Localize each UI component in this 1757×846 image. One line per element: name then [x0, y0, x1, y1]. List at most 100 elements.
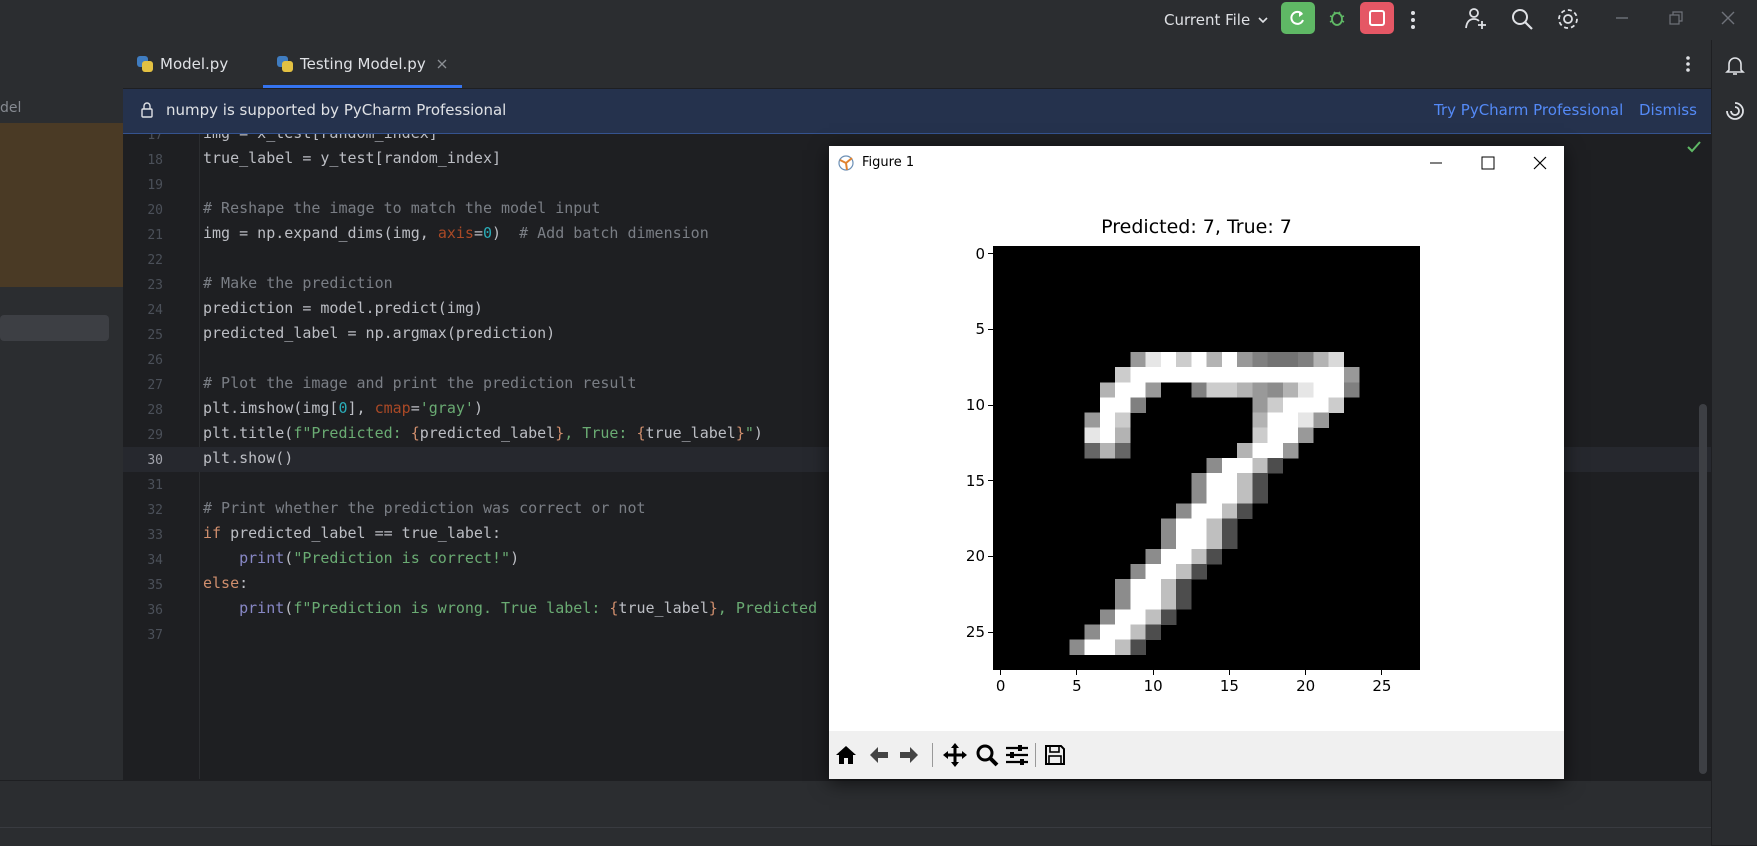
- home-icon[interactable]: [832, 741, 860, 769]
- bottom-tool-bar: [0, 780, 1711, 828]
- selected-tree-node[interactable]: [0, 123, 123, 287]
- x-tick-label: 0: [995, 677, 1006, 695]
- notifications-icon[interactable]: [1724, 54, 1746, 78]
- forward-icon[interactable]: [895, 741, 923, 769]
- code-line[interactable]: print(f"Prediction is wrong. True label:…: [203, 599, 817, 617]
- restore-button[interactable]: [1668, 10, 1684, 30]
- back-icon[interactable]: [865, 741, 893, 769]
- tab-actions-button[interactable]: [1683, 52, 1693, 80]
- debug-button[interactable]: [1320, 2, 1354, 34]
- bug-icon: [1329, 11, 1345, 26]
- code-line[interactable]: # Plot the image and print the predictio…: [203, 374, 636, 392]
- line-number: 32: [147, 503, 163, 518]
- figure-window[interactable]: Figure 1 Predicted: 7, True: 7 0 5 10 15…: [829, 146, 1564, 779]
- code-line[interactable]: prediction = model.predict(img): [203, 299, 483, 317]
- tab-model-py[interactable]: Model.py: [137, 40, 228, 88]
- more-actions-button[interactable]: [1408, 8, 1418, 36]
- figure-close-icon[interactable]: [1533, 156, 1547, 170]
- line-number: 25: [147, 328, 163, 343]
- x-tick-label: 20: [1296, 677, 1316, 695]
- x-tick-label: 15: [1219, 677, 1239, 695]
- close-icon: [1721, 11, 1735, 25]
- stop-button[interactable]: [1360, 2, 1394, 34]
- line-number: 36: [147, 603, 163, 618]
- line-number: 37: [147, 628, 163, 643]
- tree-row-highlight[interactable]: [0, 315, 109, 341]
- y-tick-label: 0: [975, 244, 985, 263]
- ai-assistant-icon[interactable]: [1724, 100, 1746, 122]
- x-tick-mark: [1000, 670, 1002, 675]
- plot-title: Predicted: 7, True: 7: [1101, 216, 1292, 238]
- line-number: 21: [147, 228, 163, 243]
- active-tab-indicator: [263, 85, 462, 88]
- python-file-icon: [277, 56, 293, 72]
- code-line[interactable]: # Make the prediction: [203, 274, 393, 292]
- restore-icon: [1669, 11, 1683, 25]
- minimize-button[interactable]: [1614, 10, 1630, 30]
- add-user-button[interactable]: [1464, 6, 1488, 36]
- matplotlib-logo-icon: [838, 155, 854, 171]
- plugin-banner: numpy is supported by PyCharm Profession…: [123, 89, 1711, 134]
- rerun-button[interactable]: [1281, 2, 1315, 34]
- search-button[interactable]: [1510, 7, 1534, 35]
- pan-icon[interactable]: [941, 741, 969, 769]
- settings-button[interactable]: [1556, 7, 1580, 35]
- x-tick-mark: [1076, 670, 1078, 675]
- code-line[interactable]: # Print whether the prediction was corre…: [203, 499, 646, 517]
- figure-toolbar: [829, 731, 1564, 779]
- x-tick-label: 5: [1072, 677, 1082, 695]
- tab-testing-model-py[interactable]: Testing Model.py: [263, 40, 462, 88]
- line-number: 34: [147, 553, 163, 568]
- run-config-selector[interactable]: Current File: [1164, 8, 1270, 32]
- rerun-icon: [1290, 10, 1304, 25]
- chevron-down-icon: [1258, 17, 1268, 24]
- code-line[interactable]: img = x_test[random_index]: [203, 134, 438, 142]
- code-line[interactable]: else:: [203, 574, 248, 592]
- line-number: 18: [147, 153, 163, 168]
- try-professional-link[interactable]: Try PyCharm Professional: [1434, 101, 1623, 119]
- editor-tab-bar: Model.py Testing Model.py: [123, 40, 1711, 89]
- figure-minimize-icon[interactable]: [1429, 157, 1443, 169]
- line-number: 23: [147, 278, 163, 293]
- x-tick-label: 10: [1143, 677, 1163, 695]
- code-line[interactable]: predicted_label = np.argmax(prediction): [203, 324, 555, 342]
- line-number: 31: [147, 478, 163, 493]
- code-line[interactable]: plt.show(): [203, 449, 293, 467]
- add-user-icon: [1465, 8, 1486, 29]
- title-bar: Current File: [0, 0, 1757, 41]
- line-number: 35: [147, 578, 163, 593]
- configure-icon[interactable]: [1003, 741, 1031, 769]
- y-tick-mark: [988, 555, 993, 557]
- toolbar-separator: [932, 743, 933, 767]
- code-line[interactable]: # Reshape the image to match the model i…: [203, 199, 600, 217]
- vertical-dots-icon: [1686, 56, 1690, 72]
- code-line[interactable]: print("Prediction is correct!"): [203, 549, 519, 567]
- close-tab-icon[interactable]: [436, 58, 448, 70]
- code-line[interactable]: if predicted_label == true_label:: [203, 524, 501, 542]
- line-number: 19: [147, 178, 163, 193]
- line-number: 24: [147, 303, 163, 318]
- code-line[interactable]: plt.title(f"Predicted: {predicted_label}…: [203, 424, 763, 442]
- lock-icon: [141, 102, 153, 118]
- axes-frame: [993, 246, 1420, 670]
- close-window-button[interactable]: [1720, 10, 1736, 30]
- project-panel: del: [0, 40, 123, 780]
- save-icon[interactable]: [1041, 741, 1069, 769]
- x-tick-mark: [1305, 670, 1307, 675]
- y-tick-label: 15: [965, 471, 985, 490]
- dismiss-link[interactable]: Dismiss: [1639, 101, 1697, 119]
- code-line[interactable]: img = np.expand_dims(img, axis=0) # Add …: [203, 224, 709, 242]
- code-line[interactable]: true_label = y_test[random_index]: [203, 149, 501, 167]
- tab-label: Testing Model.py: [300, 55, 426, 73]
- zoom-icon[interactable]: [973, 741, 1001, 769]
- line-number: 17: [147, 134, 163, 143]
- toolbar-separator: [1035, 743, 1036, 767]
- y-tick-mark: [988, 328, 993, 330]
- gear-icon: [1558, 9, 1578, 29]
- figure-maximize-icon[interactable]: [1481, 156, 1495, 170]
- x-tick-mark: [1152, 670, 1154, 675]
- editor-scrollbar[interactable]: [1699, 404, 1707, 774]
- code-line[interactable]: plt.imshow(img[0], cmap='gray'): [203, 399, 483, 417]
- y-tick-mark: [988, 253, 993, 255]
- stop-icon: [1369, 10, 1385, 26]
